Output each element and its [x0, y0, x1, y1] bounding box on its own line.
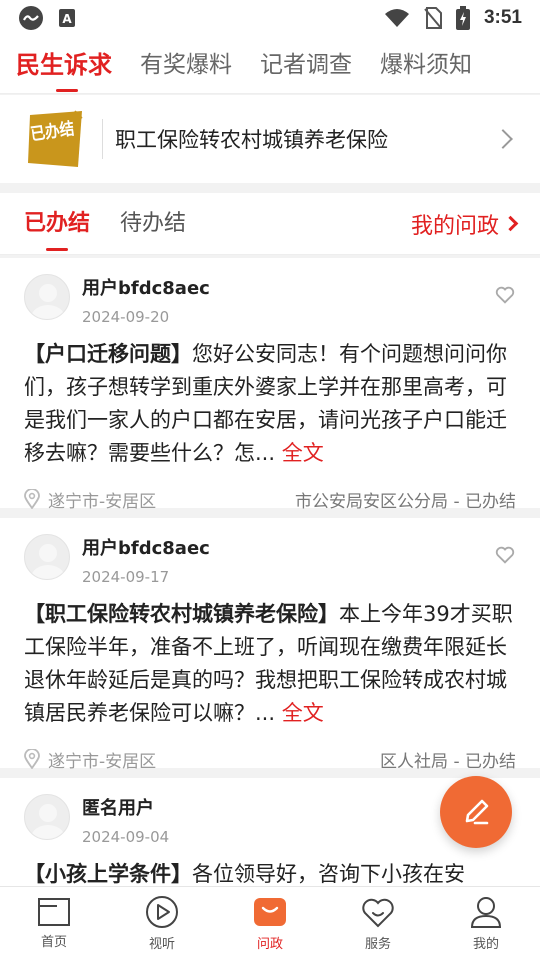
nav-video-label: 视听 [148, 937, 175, 952]
chevron-right-icon [502, 215, 519, 232]
post-content: 【职工保险转农村城镇养老保险】本上今年39才买职工保险半年，准备不上班了，听闻现… [24, 598, 516, 730]
nav-home[interactable]: 首页 [0, 887, 108, 960]
tab-pending[interactable]: 待办结 [120, 193, 186, 255]
full-text-link[interactable]: 全文 [282, 701, 324, 725]
post-location: 遂宁市-安居区 [24, 487, 156, 512]
location-pin-icon [24, 749, 40, 769]
banner-title: 职工保险转农村城镇养老保险 [115, 128, 388, 152]
post-location: 遂宁市-安居区 [24, 747, 156, 772]
tab-resolved[interactable]: 已办结 [24, 193, 90, 255]
post-topic: 【小孩上学条件】 [24, 862, 192, 886]
play-icon [146, 896, 178, 928]
post-department-status: 市公安局安区公分局 - 已办结 [295, 491, 516, 512]
battery-charging-icon [455, 6, 470, 30]
nav-inquiry-label: 问政 [256, 937, 283, 952]
post-department-status: 区人社局 - 已办结 [380, 751, 516, 772]
my-inquiry-link[interactable]: 我的问政 [410, 208, 519, 240]
status-bar: A 3:51 [0, 0, 540, 36]
status-tabs: 已办结 待办结 我的问政 [0, 193, 540, 255]
post-username: 用户bfdc8aec [82, 538, 210, 559]
post-card[interactable]: 用户bfdc8aec 2024-09-20 【户口迁移问题】您好公安同志！有个问… [0, 258, 540, 512]
post-body: 各位领导好，咨询下小孩在安 [192, 862, 465, 886]
bottom-nav: 首页 视听 问政 服务 我的 [0, 886, 540, 960]
app-notification-icon [19, 6, 43, 30]
top-tabs: 民生诉求 有奖爆料 记者调查 爆料须知 [0, 36, 540, 94]
like-heart-icon[interactable] [494, 544, 516, 566]
location-pin-icon [24, 489, 40, 509]
home-icon [38, 898, 70, 926]
heart-service-icon [362, 898, 394, 928]
post-date: 2024-09-17 [82, 568, 170, 586]
avatar [24, 794, 70, 840]
nav-video[interactable]: 视听 [108, 887, 216, 960]
nav-profile[interactable]: 我的 [432, 887, 540, 960]
full-text-link[interactable]: 全文 [282, 441, 324, 465]
wifi-icon [384, 9, 409, 27]
nav-inquiry[interactable]: 问政 [216, 887, 324, 960]
my-inquiry-label: 我的问政 [410, 213, 499, 239]
post-date: 2024-09-20 [82, 308, 170, 326]
tab-reporter-investigation[interactable]: 记者调查 [260, 36, 352, 94]
nav-profile-label: 我的 [472, 937, 499, 952]
pen-icon [465, 799, 489, 825]
download-notification-icon: A [59, 9, 75, 27]
location-text: 遂宁市-安居区 [48, 751, 157, 772]
nav-home-label: 首页 [40, 935, 67, 950]
location-text: 遂宁市-安居区 [48, 491, 157, 512]
tab-minsheng[interactable]: 民生诉求 [16, 36, 112, 94]
post-topic: 【户口迁移问题】 [24, 342, 192, 366]
nav-service[interactable]: 服务 [324, 887, 432, 960]
resolved-topic-banner[interactable]: 已办结 职工保险转农村城镇养老保险 [0, 95, 540, 183]
avatar [24, 274, 70, 320]
post-card[interactable]: 用户bfdc8aec 2024-09-17 【职工保险转农村城镇养老保险】本上今… [0, 518, 540, 772]
nav-service-label: 服务 [364, 937, 391, 952]
post-content: 【户口迁移问题】您好公安同志！有个问题想问问你们，孩子想转学到重庆外婆家上学并在… [24, 338, 516, 470]
chevron-right-icon [493, 129, 513, 149]
user-icon [470, 897, 502, 928]
tab-reward-tips[interactable]: 有奖爆料 [140, 36, 232, 94]
inquiry-icon [254, 898, 286, 926]
resolved-badge: 已办结 [24, 107, 88, 171]
banner-divider [102, 119, 103, 159]
avatar [24, 534, 70, 580]
post-content: 【小孩上学条件】各位领导好，咨询下小孩在安 [24, 858, 516, 888]
compose-fab[interactable] [440, 776, 512, 848]
post-topic: 【职工保险转农村城镇养老保险】 [24, 602, 339, 626]
clock: 3:51 [483, 7, 522, 28]
notification-letter: A [62, 12, 72, 26]
tab-tip-guidelines[interactable]: 爆料须知 [380, 36, 472, 94]
like-heart-icon[interactable] [494, 284, 516, 306]
no-sim-icon [424, 7, 442, 29]
post-username: 用户bfdc8aec [82, 278, 210, 299]
